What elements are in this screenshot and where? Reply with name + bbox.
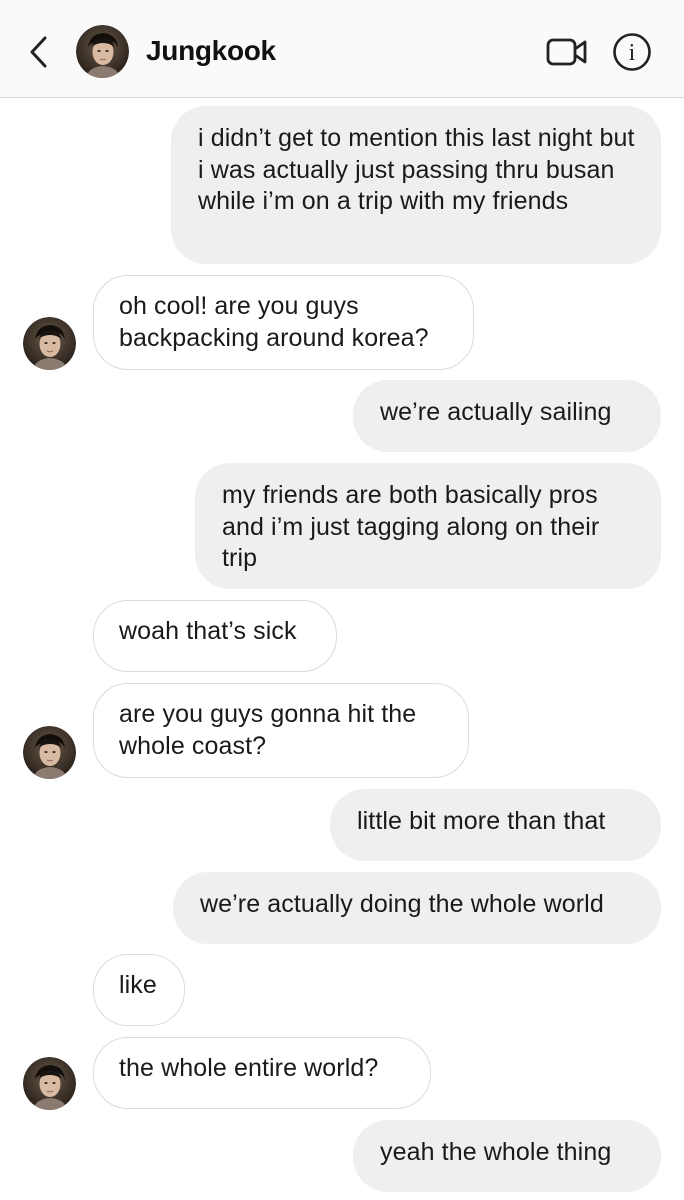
message-bubble-outgoing[interactable]: we’re actually doing the whole world <box>173 872 661 944</box>
message-text: i didn’t get to mention this last night … <box>198 124 635 215</box>
message-bubble-outgoing[interactable]: my friends are both basically pros and i… <box>195 463 661 589</box>
message-text: are you guys gonna hit the whole coast? <box>119 700 417 760</box>
message-text: yeah the whole thing <box>380 1138 612 1166</box>
message-text: my friends are both basically pros and i… <box>222 481 600 572</box>
chat-header: Jungkook i <box>0 0 684 98</box>
message-text: woah that’s sick <box>119 617 297 645</box>
video-call-button[interactable] <box>543 32 591 72</box>
message-text: oh cool! are you guys backpacking around… <box>119 292 429 352</box>
direct-message-screen: Jungkook i i didn’t get to mention this … <box>0 0 684 1200</box>
message-bubble-incoming[interactable]: oh cool! are you guys backpacking around… <box>93 275 474 370</box>
sender-avatar[interactable] <box>23 726 76 779</box>
contact-avatar[interactable] <box>76 25 129 78</box>
contact-name[interactable]: Jungkook <box>146 33 276 69</box>
message-bubble-incoming[interactable]: are you guys gonna hit the whole coast? <box>93 683 469 778</box>
video-camera-icon <box>546 38 587 66</box>
message-text: we’re actually sailing <box>380 398 612 426</box>
sender-avatar[interactable] <box>23 317 76 370</box>
sender-avatar[interactable] <box>23 1057 76 1110</box>
message-bubble-outgoing[interactable]: i didn’t get to mention this last night … <box>171 106 661 264</box>
message-bubble-incoming[interactable]: like <box>93 954 185 1026</box>
message-text: like <box>119 971 157 999</box>
message-text: little bit more than that <box>357 807 606 835</box>
message-bubble-outgoing[interactable]: yeah the whole thing <box>353 1120 661 1192</box>
svg-text:i: i <box>629 40 636 66</box>
chevron-left-icon <box>30 36 47 68</box>
message-text: the whole entire world? <box>119 1054 379 1082</box>
message-bubble-incoming[interactable]: the whole entire world? <box>93 1037 431 1109</box>
back-button[interactable] <box>18 30 58 74</box>
message-bubble-outgoing[interactable]: little bit more than that <box>330 789 661 861</box>
message-bubble-outgoing[interactable]: we’re actually sailing <box>353 380 661 452</box>
message-text: we’re actually doing the whole world <box>200 890 604 918</box>
info-button[interactable]: i <box>610 30 654 74</box>
info-icon: i <box>613 33 651 71</box>
message-bubble-incoming[interactable]: woah that’s sick <box>93 600 337 672</box>
